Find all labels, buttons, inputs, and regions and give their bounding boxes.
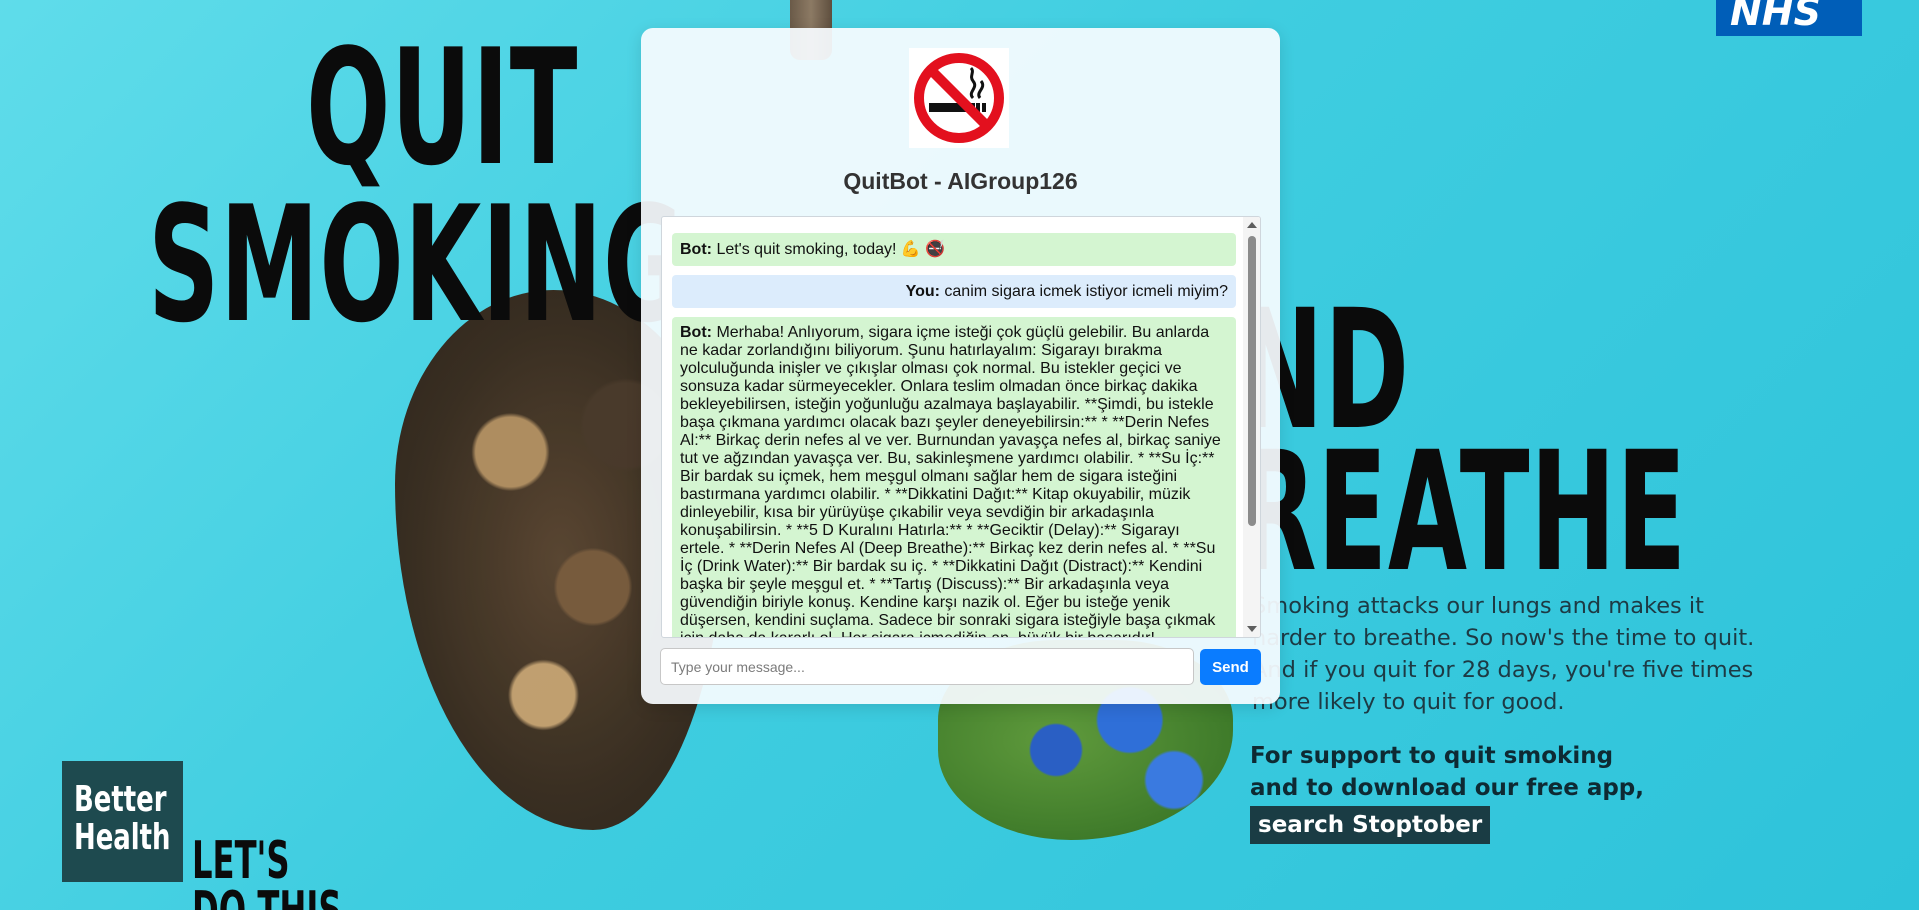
message-text: Let's quit smoking, today! 💪 🚭 [716,241,946,258]
sender-label: You: [905,283,940,300]
poster-body-line: Smoking attacks our lungs and makes it [1252,593,1704,619]
better-health-line: Health [74,817,171,858]
bot-message: Bot: Merhaba! Anlıyorum, sigara içme ist… [672,317,1236,637]
sender-label: Bot: [680,241,712,258]
lets-do-this-slogan: LET'S DO THIS [192,831,342,910]
slogan-line: DO THIS [192,885,342,910]
bot-message: Bot: Let's quit smoking, today! 💪 🚭 [672,233,1236,266]
slogan-line: LET'S [192,831,290,891]
no-smoking-icon-graphic [914,53,1004,143]
chat-messages-list: Bot: Let's quit smoking, today! 💪 🚭 You:… [662,217,1260,637]
scroll-thumb[interactable] [1248,236,1256,526]
better-health-logo: Better Health [62,761,183,882]
message-input-row: Send [660,648,1261,686]
poster-headline-line: QUIT [306,14,579,201]
poster-body-line: harder to breathe. So now's the time to … [1252,625,1755,651]
scroll-up-arrow-icon[interactable] [1247,222,1257,228]
poster-support-line: and to download our free app, [1250,775,1644,801]
poster-headline-quit-smoking: QUIT SMOKING [148,14,686,358]
poster-support-text: For support to quit smoking and to downl… [1250,740,1644,844]
nhs-logo: NHS [1716,0,1862,36]
chat-title: QuitBot - AIGroup126 [843,168,1078,194]
send-button[interactable]: Send [1200,649,1261,685]
user-message: You: canim sigara icmek istiyor icmeli m… [672,275,1236,308]
poster-search-stoptober: search Stoptober [1250,806,1491,844]
messages-scrollbar[interactable] [1243,217,1260,637]
message-text: canim sigara icmek istiyor icmeli miyim? [944,283,1228,300]
poster-support-line: For support to quit smoking [1250,743,1614,769]
poster-headline-breathe: REATHE [1238,416,1687,608]
poster-body-line: more likely to quit for good. [1252,689,1565,715]
better-health-line: Better [74,779,167,820]
chat-messages-panel[interactable]: Bot: Let's quit smoking, today! 💪 🚭 You:… [661,216,1261,638]
scroll-down-arrow-icon[interactable] [1247,626,1257,632]
poster-body-text: Smoking attacks our lungs and makes it h… [1252,590,1754,718]
chat-container: QuitBot - AIGroup126 Bot: Let's quit smo… [641,28,1280,704]
message-input[interactable] [660,648,1194,685]
message-text: Merhaba! Anlıyorum, sigara içme isteği ç… [680,324,1221,637]
no-smoking-icon [909,48,1009,148]
poster-headline-line: SMOKING [148,170,686,358]
poster-body-line: And if you quit for 28 days, you're five… [1252,657,1754,683]
sender-label: Bot: [680,324,712,341]
